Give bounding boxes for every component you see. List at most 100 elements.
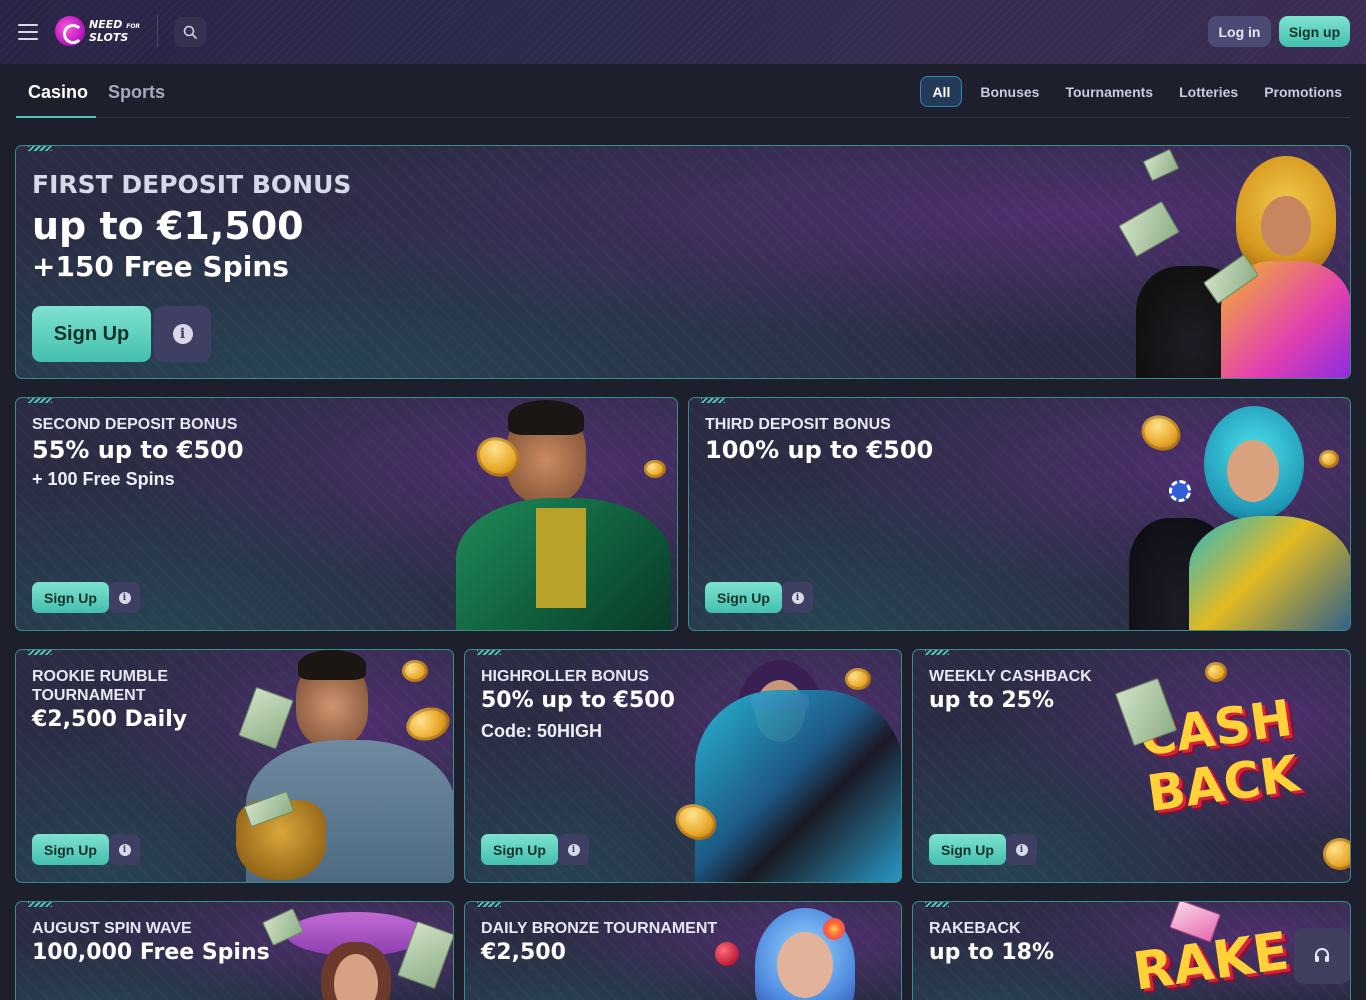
promo-art-girl-hat [262, 902, 453, 1000]
flower-icon [823, 918, 845, 940]
info-button[interactable]: i [782, 582, 813, 613]
info-icon: i [791, 591, 804, 604]
promo-art-man [446, 398, 677, 630]
logo[interactable]: NEED FOR SLOTS [55, 16, 140, 46]
info-icon: i [1015, 843, 1028, 856]
filter-all[interactable]: All [920, 76, 963, 107]
info-button[interactable]: i [558, 834, 589, 865]
signup-cta-button[interactable]: Sign Up [32, 834, 109, 865]
promo-art-girl-cyan [1119, 398, 1350, 630]
coin-icon [402, 702, 453, 746]
card-tab-mark [925, 902, 949, 907]
signup-cta-button[interactable]: Sign Up [481, 834, 558, 865]
coin-icon [644, 460, 666, 478]
info-button[interactable]: i [154, 306, 211, 362]
money-bill-icon [238, 686, 294, 750]
signup-cta-button[interactable]: Sign Up [929, 834, 1006, 865]
promo-art-cashback: CASH BACK [1114, 662, 1350, 882]
filter-lotteries[interactable]: Lotteries [1171, 76, 1246, 107]
coin-icon [845, 668, 871, 690]
signup-cta-button[interactable]: Sign Up [32, 582, 109, 613]
filter-promotions[interactable]: Promotions [1256, 76, 1350, 107]
promo-headline: €2,500 Daily [32, 707, 188, 732]
promo-card-rookie-rumble[interactable]: ROOKIE RUMBLE TOURNAMENT €2,500 Daily Sig… [15, 649, 454, 883]
info-button[interactable]: i [109, 582, 140, 613]
info-icon: i [118, 843, 131, 856]
active-tab-indicator [16, 116, 96, 118]
coin-icon [1135, 409, 1187, 457]
promo-eyebrow: SECOND DEPOSIT BONUS [32, 416, 238, 433]
poker-chip-icon [1169, 480, 1191, 502]
top-bar: NEED FOR SLOTS Log in Sign up [0, 0, 1366, 64]
promo-headline: 100,000 Free Spins [32, 940, 270, 965]
card-tab-mark [28, 398, 52, 403]
promo-eyebrow: HIGHROLLER BONUS [481, 668, 649, 685]
category-tabs: Casino Sports All Bonuses Tournaments Lo… [16, 64, 1350, 118]
info-icon: i [567, 843, 580, 856]
search-icon [183, 25, 197, 39]
promo-card-daily-bronze-tournament[interactable]: DAILY BRONZE TOURNAMENT €2,500 [464, 901, 902, 1000]
cherry-icon [715, 942, 739, 966]
promo-headline: 100% up to €500 [705, 436, 934, 464]
card-tab-mark [925, 650, 949, 655]
promo-headline: 55% up to €500 [32, 436, 244, 464]
promo-headline: up to 25% [929, 688, 1055, 713]
promo-card-second-deposit[interactable]: SECOND DEPOSIT BONUS 55% up to €500 + 10… [15, 397, 678, 631]
logo-mark [55, 16, 85, 46]
card-tab-mark [701, 398, 725, 403]
promo-card-weekly-cashback[interactable]: WEEKLY CASHBACK up to 25% Sign Up i CASH… [912, 649, 1351, 883]
promo-art-man-gold [226, 650, 453, 882]
info-icon: i [118, 591, 131, 604]
promo-subline: Code: 50HIGH [481, 721, 603, 741]
card-tab-mark [28, 902, 52, 907]
tab-casino[interactable]: Casino [28, 82, 88, 103]
headset-icon [1315, 948, 1329, 962]
search-button[interactable] [174, 17, 206, 47]
signup-cta-button[interactable]: Sign Up [32, 306, 151, 362]
money-bill-icon [1142, 148, 1180, 182]
filter-tournaments[interactable]: Tournaments [1057, 76, 1161, 107]
signup-cta-button[interactable]: Sign Up [705, 582, 782, 613]
promo-card-first-deposit[interactable]: FIRST DEPOSIT BONUS up to €1,500 +150 Fr… [15, 145, 1351, 379]
support-button[interactable] [1294, 928, 1350, 984]
filter-bonuses[interactable]: Bonuses [972, 76, 1047, 107]
divider [157, 15, 158, 47]
tab-sports[interactable]: Sports [108, 82, 165, 103]
promo-card-third-deposit[interactable]: THIRD DEPOSIT BONUS 100% up to €500 Sign… [688, 397, 1351, 631]
promo-art-girl-highroller [669, 650, 901, 882]
card-tab-mark [28, 146, 52, 151]
promo-headline: up to €1,500 [32, 204, 304, 248]
promo-eyebrow: WEEKLY CASHBACK [929, 668, 1092, 685]
promo-card-august-spin-wave[interactable]: AUGUST SPIN WAVE 100,000 Free Spins [15, 901, 454, 1000]
promo-eyebrow: ROOKIE RUMBLE TOURNAMENT [32, 668, 168, 704]
promo-art-girl-blue-hair [705, 902, 901, 1000]
info-icon: i [172, 324, 193, 344]
coin-icon [402, 660, 428, 682]
promo-card-rakeback[interactable]: RAKEBACK up to 18% RAKE [912, 901, 1351, 1000]
login-button[interactable]: Log in [1208, 16, 1271, 47]
promo-eyebrow: FIRST DEPOSIT BONUS [32, 170, 352, 199]
logo-text: NEED FOR SLOTS [89, 18, 141, 44]
promo-card-highroller[interactable]: HIGHROLLER BONUS 50% up to €500 Code: 50… [464, 649, 902, 883]
promo-subline: + 100 Free Spins [32, 469, 175, 489]
coin-icon [1205, 662, 1227, 682]
info-button[interactable]: i [1006, 834, 1037, 865]
promo-subline: +150 Free Spins [32, 250, 289, 283]
promo-headline: up to 18% [929, 940, 1055, 965]
menu-icon[interactable] [18, 24, 38, 40]
card-tab-mark [477, 650, 501, 655]
card-tab-mark [28, 650, 52, 655]
filter-tabs: All Bonuses Tournaments Lotteries Promot… [920, 76, 1350, 107]
coin-icon [1323, 838, 1350, 870]
promo-art-girl [1116, 146, 1350, 378]
promo-eyebrow: RAKEBACK [929, 920, 1021, 937]
promo-eyebrow: AUGUST SPIN WAVE [32, 920, 192, 937]
promo-headline: €2,500 [481, 940, 566, 965]
info-button[interactable]: i [109, 834, 140, 865]
money-bill-icon [1118, 200, 1180, 258]
card-tab-mark [477, 902, 501, 907]
signup-button[interactable]: Sign up [1279, 16, 1350, 47]
promo-headline: 50% up to €500 [481, 688, 675, 713]
promo-eyebrow: THIRD DEPOSIT BONUS [705, 416, 891, 433]
promo-eyebrow: DAILY BRONZE TOURNAMENT [481, 920, 718, 937]
